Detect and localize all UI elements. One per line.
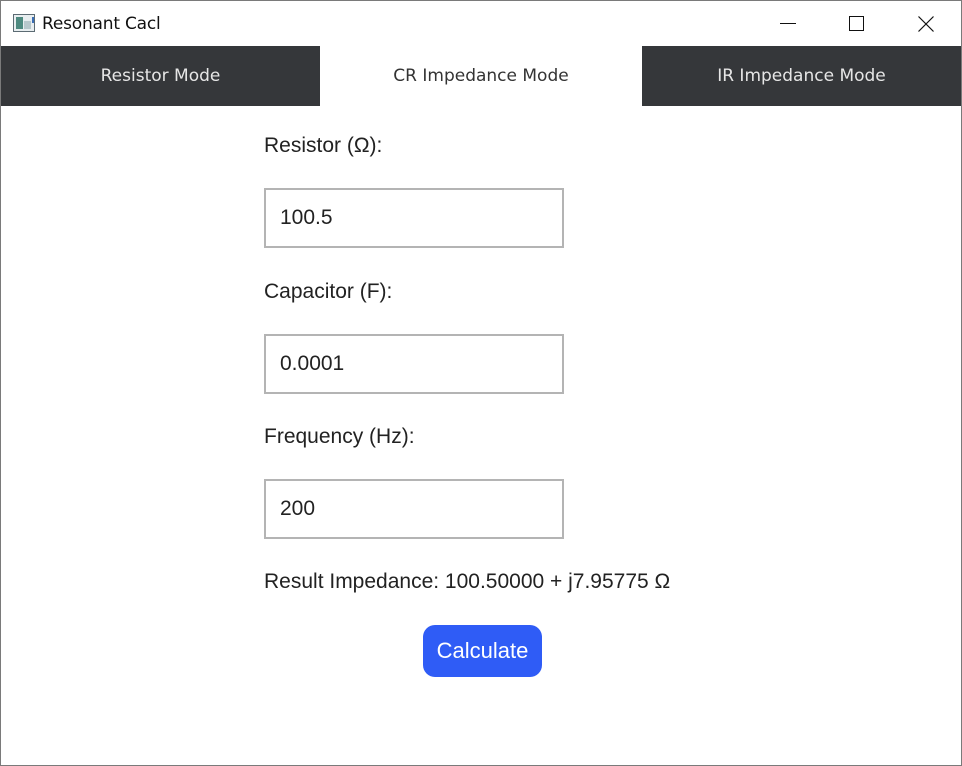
tab-label: IR Impedance Mode: [717, 66, 886, 86]
window-title: Resonant Cacl: [42, 14, 161, 34]
mode-tab-bar: Resistor Mode CR Impedance Mode IR Imped…: [1, 46, 961, 106]
minimize-button[interactable]: [753, 1, 823, 46]
resistor-input[interactable]: [264, 188, 564, 248]
tab-resistor-mode[interactable]: Resistor Mode: [1, 46, 320, 106]
title-bar[interactable]: Resonant Cacl: [1, 1, 961, 46]
maximize-icon: [848, 16, 864, 31]
app-window: Resonant Cacl Resistor Mode CR Impedance…: [0, 0, 962, 766]
app-chart-icon: [13, 14, 35, 32]
close-icon: [918, 15, 934, 32]
calculate-button[interactable]: Calculate: [423, 625, 542, 677]
result-impedance-text: Result Impedance: 100.50000 + j7.95775 Ω: [264, 570, 671, 593]
capacitor-input[interactable]: [264, 334, 564, 394]
tab-label: Resistor Mode: [100, 66, 221, 86]
tab-cr-impedance-mode[interactable]: CR Impedance Mode: [320, 46, 642, 106]
tab-ir-impedance-mode[interactable]: IR Impedance Mode: [642, 46, 961, 106]
frequency-label: Frequency (Hz):: [264, 425, 415, 448]
capacitor-label: Capacitor (F):: [264, 280, 393, 303]
minimize-icon: [780, 23, 796, 24]
maximize-button[interactable]: [821, 1, 891, 46]
resistor-label: Resistor (Ω):: [264, 134, 383, 157]
tab-label: CR Impedance Mode: [393, 66, 569, 86]
close-button[interactable]: [891, 1, 961, 46]
frequency-input[interactable]: [264, 479, 564, 539]
